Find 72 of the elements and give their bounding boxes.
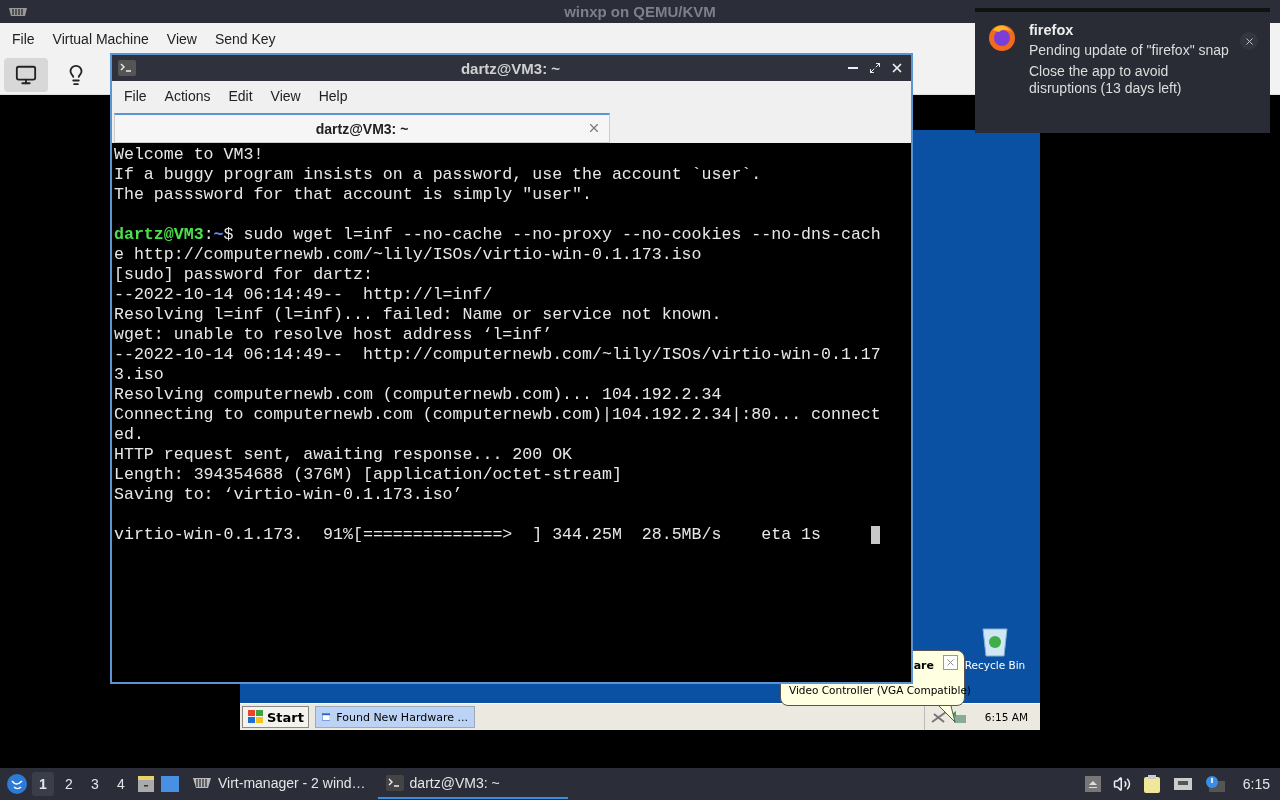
notification-summary: Pending update of "firefox" snap [1029, 42, 1230, 59]
terminal-line: e http://computernewb.com/~lily/ISOs/virtio-win-0.1.173.iso [114, 245, 702, 264]
close-icon [945, 657, 956, 668]
terminal-line: dartz@VM3:~$ sudo wget l=inf --no-cache --no-proxy --no-cookies --no-dns-cach [114, 225, 881, 244]
window-icon [322, 710, 331, 724]
menu-item[interactable]: File [4, 27, 43, 51]
network-icon[interactable] [1172, 776, 1193, 792]
menu-item[interactable]: View [158, 27, 205, 51]
panel-task[interactable]: Virt-manager - 2 wind… [184, 769, 374, 799]
workspace-button[interactable]: 1 [32, 772, 54, 796]
clipboard-icon[interactable] [1142, 774, 1161, 794]
app-logo-icon [8, 6, 28, 17]
recycle-bin-icon[interactable] [980, 625, 1010, 657]
close-button[interactable] [1240, 32, 1258, 50]
terminal-line: Welcome to VM3! [114, 145, 264, 164]
clock: 6:15 AM [984, 711, 1028, 723]
window-title: winxp on QEMU/KVM [563, 3, 717, 20]
desktop-icon-label[interactable]: Recycle Bin [964, 659, 1026, 671]
terminal-line: Length: 394354688 (376M) [application/octet-stream] [114, 465, 622, 484]
terminal-line: Connecting to computernewb.com (computernewb.com)|104.192.2.34|:80... connect [114, 405, 881, 424]
terminal-line: 3.iso [114, 365, 164, 384]
terminal-line: HTTP request sent, awaiting response... 200 OK [114, 445, 573, 464]
menu-item[interactable]: File [116, 84, 155, 108]
terminal-line: Resolving l=inf (l=inf)... failed: Name or service not known. [114, 305, 722, 324]
taskbar-button[interactable]: Found New Hardware ... [315, 706, 475, 728]
terminal-line: Saving to: ‘virtio-win-0.1.173.iso’ [114, 485, 463, 504]
browser-logo-icon [987, 22, 1017, 52]
terminal-line: [sudo] password for dartz: [114, 265, 373, 284]
terminal-line: --2022-10-14 06:14:49-- http://computernewb.com/~lily/ISOs/virtio-win-0.1.17 [114, 345, 881, 364]
close-icon [890, 61, 904, 75]
workspace-button[interactable]: 3 [84, 772, 106, 796]
menu-item[interactable]: View [262, 84, 309, 108]
terminal-line: virtio-win-0.1.173. 91%[==============> ] 344.25M 28.5MB/s eta 1s [114, 525, 821, 544]
menu-item[interactable]: Actions [156, 84, 219, 108]
start-button[interactable]: Start [242, 706, 309, 728]
terminal-icon [118, 60, 136, 76]
menu-item[interactable]: Help [310, 84, 356, 108]
minimize-icon [848, 67, 858, 69]
clock: 6:15 [1242, 776, 1270, 792]
monitor-icon [15, 63, 37, 86]
terminal-line: If a buggy program insists on a password, use the account `user`. [114, 165, 762, 184]
window-title: dartz@VM3: ~ [459, 59, 562, 77]
maximize-icon [869, 62, 881, 74]
toolbar-button[interactable] [4, 57, 48, 92]
menu-item[interactable]: Virtual Machine [44, 27, 157, 51]
close-icon [1243, 35, 1255, 47]
menu-logo-icon[interactable] [6, 773, 28, 795]
eject-icon[interactable] [1084, 776, 1101, 792]
network-icon [930, 710, 947, 724]
notification-body: Close the app to avoid disruptions (13 days left) [1029, 63, 1183, 97]
terminal-line: Resolving computernewb.com (computernewb.com)... 104.192.2.34 [114, 385, 722, 404]
terminal-icon [385, 775, 404, 791]
menu-item[interactable]: Send Key [206, 27, 284, 51]
terminal-line: --2022-10-14 06:14:49-- http://l=inf/ [114, 285, 493, 304]
workspace-button[interactable]: 2 [58, 772, 80, 796]
terminal-tab[interactable]: dartz@VM3: ~ [114, 113, 610, 143]
terminal-line: wget: unable to resolve host address ‘l=inf’ [114, 325, 553, 344]
terminal-line: The passsword for that account is simply "user". [114, 185, 592, 204]
menu-item[interactable]: Edit [220, 84, 261, 108]
close-icon[interactable] [587, 121, 601, 135]
virt-manager-icon [192, 777, 212, 789]
maximize-button[interactable] [867, 60, 883, 76]
notification-app-name: firefox [1029, 22, 1075, 38]
file-cabinet-icon[interactable] [136, 774, 156, 794]
workspace-button[interactable]: 4 [110, 772, 132, 796]
panel-task[interactable]: dartz@VM3: ~ [377, 769, 568, 799]
volume-icon[interactable] [1112, 775, 1131, 793]
windows-flag-icon [247, 709, 265, 725]
terminal-line: ed. [114, 425, 144, 444]
desktop-icon[interactable] [160, 775, 180, 793]
update-notice-icon[interactable] [1204, 775, 1225, 793]
balloon-title: are [913, 659, 934, 672]
